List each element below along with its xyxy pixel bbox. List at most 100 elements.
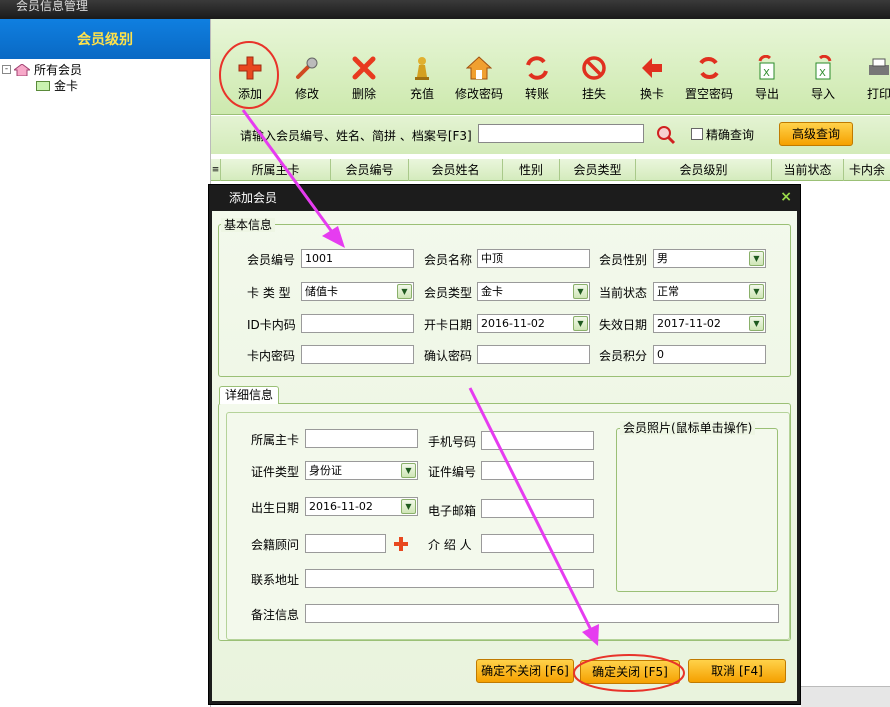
toolbar: 添加 修改 删除 充值 修改密码 转账 挂失 换卡 置空密码 X 导出 X 导入… [211,19,890,115]
search-icon[interactable] [655,124,677,146]
transfer-button-label: 转账 [524,87,549,101]
confirm-close-button[interactable]: 确定关闭 [F5] [580,660,680,684]
transfer-button[interactable]: 转账 [509,55,565,102]
report-loss-button[interactable]: 挂失 [566,55,622,102]
points-input[interactable]: 0 [653,345,766,364]
change-password-button-label: 修改密码 [454,87,503,101]
collapse-icon[interactable]: - [2,65,11,74]
id-code-input[interactable] [301,314,414,333]
phone-input[interactable] [481,431,594,450]
pawn-icon [415,57,429,80]
column-balance[interactable]: 卡内余 [844,159,890,181]
close-icon[interactable]: × [780,189,792,205]
reset-icon [699,56,719,80]
main-card-input[interactable] [305,429,418,448]
column-gender[interactable]: 性别 [503,159,560,181]
plus-icon[interactable] [393,536,409,552]
gender-label: 会员性别 [599,253,648,267]
card-type-select[interactable]: 储值卡 ▼ [301,282,414,301]
tree-node-gold-card[interactable]: 金卡 [36,77,78,94]
remark-input[interactable] [305,604,779,623]
birth-date-label: 出生日期 [251,501,300,515]
id-no-label: 证件编号 [428,465,477,479]
chevron-down-icon[interactable]: ▼ [749,284,764,299]
expire-date-value: 2017-11-02 [657,317,721,330]
status-select[interactable]: 正常 ▼ [653,282,766,301]
basic-info-legend: 基本信息 [221,218,276,232]
confirm-keep-open-button[interactable]: 确定不关闭 [F6] [476,659,574,683]
tree-node-all-members[interactable]: - 所有会员 [2,61,82,78]
id-code-label: ID卡内码 [247,318,296,332]
member-name-input[interactable]: 中顶 [477,249,590,268]
clear-password-button[interactable]: 置空密码 [681,55,737,102]
column-member-level[interactable]: 会员级别 [636,159,772,181]
member-type-select[interactable]: 金卡 ▼ [477,282,590,301]
id-no-input[interactable] [481,461,594,480]
change-password-button[interactable]: 修改密码 [451,55,507,102]
print-button[interactable]: 打印 [855,55,890,102]
tab-detail-info[interactable]: 详细信息 [219,386,280,404]
member-photo-box[interactable] [616,428,778,592]
address-input[interactable] [305,569,594,588]
birth-date-picker[interactable]: 2016-11-02 ▼ [305,497,418,516]
member-type-label: 会员类型 [424,286,473,300]
chevron-down-icon[interactable]: ▼ [401,499,416,514]
svg-text:X: X [763,68,770,79]
recharge-button-label: 充值 [409,87,434,101]
edit-button-label: 修改 [294,87,319,101]
export-button[interactable]: X 导出 [739,55,795,102]
x-icon [352,56,376,80]
edit-button[interactable]: 修改 [279,55,335,102]
chevron-down-icon[interactable]: ▼ [749,316,764,331]
column-member-name[interactable]: 会员姓名 [409,159,503,181]
column-main-card[interactable]: 所属主卡 [221,159,331,181]
search-input[interactable] [478,124,644,143]
house-icon [466,56,492,80]
transfer-icon [526,56,548,80]
swap-icon [642,58,662,78]
add-button[interactable]: 添加 [222,55,278,102]
grid-header: ≡ 所属主卡 会员编号 会员姓名 性别 会员类型 会员级别 当前状态 卡内余 [211,159,890,181]
points-label: 会员积分 [599,349,648,363]
chevron-down-icon[interactable]: ▼ [401,463,416,478]
column-member-type[interactable]: 会员类型 [560,159,636,181]
referrer-input[interactable] [481,534,594,553]
expire-date-picker[interactable]: 2017-11-02 ▼ [653,314,766,333]
main-card-label: 所属主卡 [251,433,300,447]
advisor-label: 会籍顾问 [251,538,300,552]
column-member-no[interactable]: 会员编号 [331,159,409,181]
ban-icon [582,56,606,80]
cancel-button[interactable]: 取消 [F4] [688,659,786,683]
confirm-password-input[interactable] [477,345,590,364]
id-type-select[interactable]: 身份证 ▼ [305,461,418,480]
id-type-value: 身份证 [309,464,342,477]
advanced-query-button[interactable]: 高级查询 [779,122,853,146]
column-status[interactable]: 当前状态 [772,159,844,181]
member-type-value: 金卡 [481,285,503,298]
import-button-label: 导入 [810,87,835,101]
open-date-picker[interactable]: 2016-11-02 ▼ [477,314,590,333]
member-no-label: 会员编号 [247,253,296,267]
member-photo-legend: 会员照片(鼠标单击操作) [620,421,756,435]
card-password-input[interactable] [301,345,414,364]
chevron-down-icon[interactable]: ▼ [573,284,588,299]
id-type-label: 证件类型 [251,465,300,479]
status-value: 正常 [657,285,679,298]
status-strip [801,686,890,707]
chevron-down-icon[interactable]: ▼ [749,251,764,266]
exact-query-checkbox[interactable] [691,128,703,140]
status-label: 当前状态 [599,286,648,300]
email-input[interactable] [481,499,594,518]
delete-button[interactable]: 删除 [336,55,392,102]
chevron-down-icon[interactable]: ▼ [397,284,412,299]
import-button[interactable]: X 导入 [795,55,851,102]
gender-select[interactable]: 男 ▼ [653,249,766,268]
search-label: 请输入会员编号、姓名、简拼 、档案号[F3] [240,129,472,143]
recharge-button[interactable]: 充值 [394,55,450,102]
dialog-title: 添加会员 [229,191,278,205]
member-no-input[interactable]: 1001 [301,249,414,268]
replace-card-button[interactable]: 换卡 [624,55,680,102]
advisor-input[interactable] [305,534,386,553]
chevron-down-icon[interactable]: ▼ [573,316,588,331]
export-icon: X [758,55,775,80]
